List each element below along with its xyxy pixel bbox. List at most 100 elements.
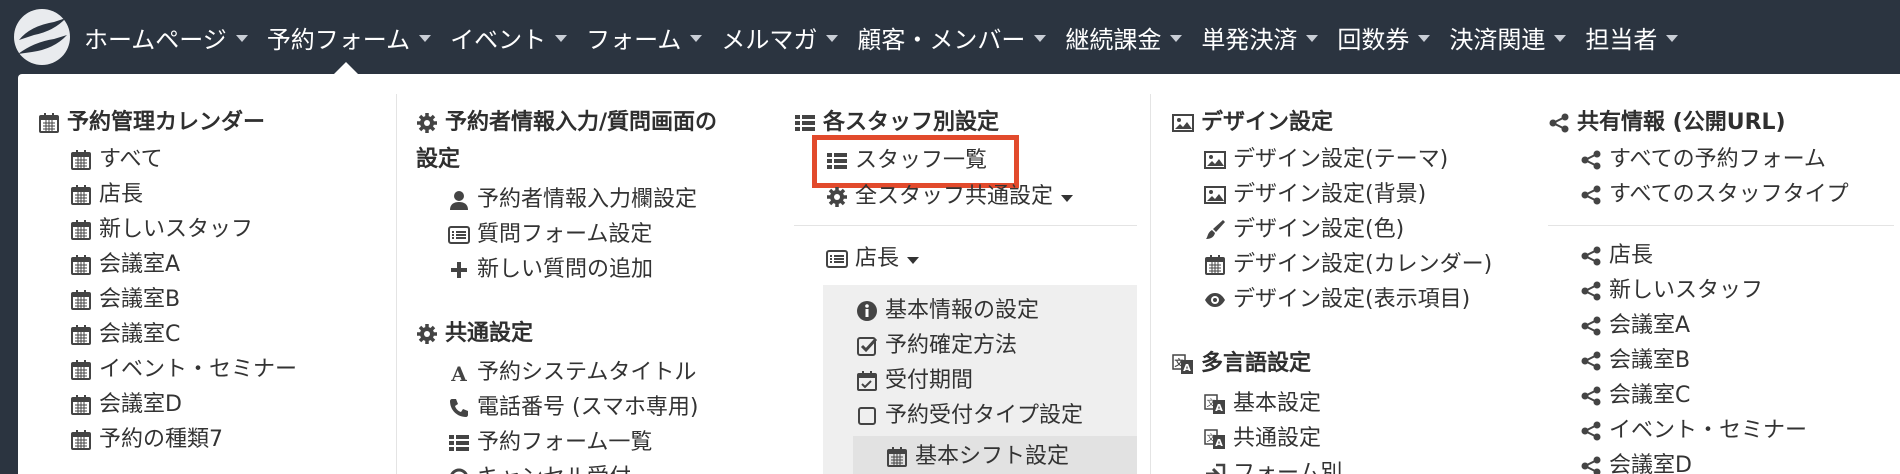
calendar-icon <box>70 289 92 311</box>
check-square-icon <box>856 335 878 357</box>
calendar-item[interactable]: 新しいスタッフ <box>70 213 253 247</box>
calendar-icon <box>1204 254 1226 276</box>
svg-text:A: A <box>1183 363 1191 374</box>
sign-in-icon <box>1204 463 1226 474</box>
confirm-method-link[interactable]: 予約確定方法 <box>856 329 1017 363</box>
phone-number-link[interactable]: 電話番号 (スマホ専用) <box>448 391 699 425</box>
nav-item-coupon-tickets[interactable]: 回数券 <box>1337 20 1431 55</box>
calendar-icon <box>70 254 92 276</box>
calendar-icon <box>70 324 92 346</box>
design-background-link[interactable]: デザイン設定(背景) <box>1204 178 1426 212</box>
calendar-icon <box>70 184 92 206</box>
share-icon <box>1580 149 1602 171</box>
calendar-item[interactable]: イベント・セミナー <box>70 353 297 387</box>
system-title-link[interactable]: A 予約システムタイトル <box>448 356 696 390</box>
calendar-item[interactable]: 会議室D <box>70 388 182 422</box>
share-icon <box>1580 280 1602 302</box>
design-color-link[interactable]: デザイン設定(色) <box>1204 213 1404 247</box>
image-icon <box>1172 112 1194 134</box>
share-icon <box>1580 455 1602 474</box>
nav-item-subscription[interactable]: 継続課金 <box>1065 20 1183 55</box>
calendar-icon <box>70 149 92 171</box>
nav-item-reservation-form[interactable]: 予約フォーム <box>267 20 432 55</box>
column-divider <box>396 94 397 474</box>
add-question-link[interactable]: 新しい質問の追加 <box>448 253 653 287</box>
share-staff-link[interactable]: 店長 <box>1580 239 1653 273</box>
calendar-item[interactable]: すべて <box>70 143 163 177</box>
basic-shift-link[interactable]: 基本シフト設定 <box>886 440 1069 474</box>
image-icon <box>1204 149 1226 171</box>
calendar-icon <box>70 429 92 451</box>
share-icon <box>1548 112 1570 134</box>
circle-icon <box>448 467 470 474</box>
share-staff-link[interactable]: 会議室D <box>1580 449 1692 474</box>
nav-item-event[interactable]: イベント <box>450 20 568 55</box>
calendar-item[interactable]: 予約の種類7 <box>70 423 223 457</box>
nav-item-mail-magazine[interactable]: メルマガ <box>721 20 839 55</box>
share-icon <box>1580 385 1602 407</box>
question-form-link[interactable]: 質問フォーム設定 <box>448 218 652 252</box>
cancel-accept-link[interactable]: キャンセル受付 <box>448 461 631 474</box>
calendar-item[interactable]: 会議室B <box>70 283 180 317</box>
section-divider <box>794 225 1137 226</box>
share-staff-link[interactable]: 会議室C <box>1580 379 1690 413</box>
multilang-header: 文 A 多言語設定 <box>1172 347 1311 381</box>
nav-item-form[interactable]: フォーム <box>586 20 703 55</box>
share-icon <box>1580 315 1602 337</box>
calendar-header: 予約管理カレンダー <box>38 106 265 140</box>
booker-info-header: 予約者情報入力/質問画面の <box>416 106 717 140</box>
column-divider <box>1150 94 1151 474</box>
basic-info-link[interactable]: 基本情報の設定 <box>856 294 1039 328</box>
dropdown-pointer <box>334 62 358 74</box>
paint-brush-icon <box>1204 219 1226 241</box>
lang-per-form-link[interactable]: フォーム別 <box>1204 457 1342 474</box>
nav-item-single-payment[interactable]: 単発決済 <box>1201 20 1319 55</box>
reception-period-link[interactable]: 受付期間 <box>856 364 973 398</box>
calendar-item[interactable]: 会議室C <box>70 318 180 352</box>
translate-icon: 文A <box>1204 393 1226 415</box>
share-all-staff-types-link[interactable]: すべてのスタッフタイプ <box>1580 178 1849 212</box>
calendar-check-icon <box>856 370 878 392</box>
lang-common-link[interactable]: 文 A 共通設定 <box>1204 422 1321 456</box>
all-staff-settings-dropdown[interactable]: 全スタッフ共通設定 <box>826 180 1074 214</box>
share-staff-link[interactable]: 会議室B <box>1580 344 1690 378</box>
calendar-item[interactable]: 店長 <box>70 178 143 212</box>
common-settings-header: 共通設定 <box>416 317 533 351</box>
nav-item-customers[interactable]: 顧客・メンバー <box>857 20 1047 55</box>
design-calendar-link[interactable]: デザイン設定(カレンダー) <box>1204 248 1492 282</box>
nav-item-staff[interactable]: 担当者 <box>1585 20 1679 55</box>
nav-item-home[interactable]: ホームページ <box>84 20 248 55</box>
list-icon <box>448 432 470 454</box>
share-staff-link[interactable]: 会議室A <box>1580 309 1690 343</box>
logo[interactable] <box>14 9 70 65</box>
eye-icon <box>1204 289 1226 311</box>
share-all-forms-link[interactable]: すべての予約フォーム <box>1580 143 1826 177</box>
translate-icon: 文A <box>1172 353 1194 375</box>
lang-basic-link[interactable]: 文 A 基本設定 <box>1204 387 1321 421</box>
booker-info-header-line2: 設定 <box>416 147 461 172</box>
share-staff-link[interactable]: イベント・セミナー <box>1580 414 1807 448</box>
manager-dropdown[interactable]: 店長 <box>826 242 920 276</box>
reception-type-link[interactable]: 予約受付タイプ設定 <box>856 399 1083 433</box>
share-icon <box>1580 184 1602 206</box>
design-display-items-link[interactable]: デザイン設定(表示項目) <box>1204 283 1470 317</box>
chevron-down-icon <box>1061 195 1074 202</box>
plus-icon <box>448 259 470 281</box>
nav-item-payments[interactable]: 決済関連 <box>1449 20 1567 55</box>
calendar-icon <box>886 446 908 468</box>
booker-info-fields-link[interactable]: 予約者情報入力欄設定 <box>448 183 697 217</box>
svg-text:A: A <box>1215 403 1223 414</box>
list-alt-icon <box>826 248 848 270</box>
svg-text:A: A <box>450 362 467 384</box>
share-staff-link[interactable]: 新しいスタッフ <box>1580 274 1763 308</box>
gear-icon <box>416 112 438 134</box>
image-icon <box>1204 184 1226 206</box>
gear-icon <box>826 186 848 208</box>
share-icon <box>1580 245 1602 267</box>
top-navbar: ホームページ 予約フォーム イベント フォーム メルマガ 顧客・メンバー 継続課… <box>0 0 1900 74</box>
design-theme-link[interactable]: デザイン設定(テーマ) <box>1204 143 1448 177</box>
form-list-link[interactable]: 予約フォーム一覧 <box>448 426 652 460</box>
share-icon <box>1580 350 1602 372</box>
main-nav: ホームページ 予約フォーム イベント フォーム メルマガ 顧客・メンバー 継続課… <box>84 0 1697 74</box>
calendar-item[interactable]: 会議室A <box>70 248 180 282</box>
